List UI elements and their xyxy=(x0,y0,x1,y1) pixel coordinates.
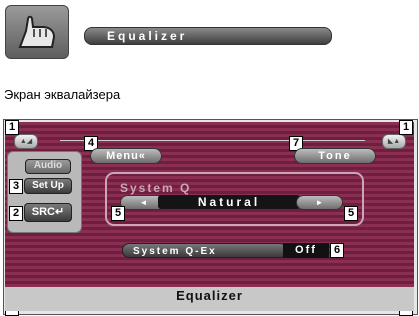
callout-5: 5 xyxy=(344,206,358,221)
scroll-up-right-button[interactable]: ◣▲ xyxy=(382,134,406,149)
bottom-title-text: Equalizer xyxy=(176,288,243,303)
return-icon: ↵ xyxy=(55,206,65,218)
setup-button[interactable]: Set Up xyxy=(24,178,72,194)
src-button[interactable]: SRC↵ xyxy=(24,203,72,222)
callout-1: 1 xyxy=(5,120,19,135)
callout-2: 2 xyxy=(9,206,23,221)
callout-5: 5 xyxy=(111,206,125,221)
src-label: SRC xyxy=(31,206,55,218)
callout-3: 3 xyxy=(9,179,23,194)
left-arrow-icon: ◄ xyxy=(139,198,148,207)
system-q-value: Natural xyxy=(158,195,300,209)
divider-line xyxy=(60,140,365,141)
tone-button[interactable]: Tone xyxy=(294,148,376,164)
bottom-title-bar: Equalizer xyxy=(5,287,414,311)
right-arrow-icon: ► xyxy=(315,198,324,207)
system-q-ex-button[interactable]: System Q-Ex xyxy=(122,243,287,258)
menu-button[interactable]: Menu« xyxy=(90,148,162,164)
audio-button[interactable]: Audio xyxy=(25,159,71,174)
callout-1: 1 xyxy=(399,120,413,135)
system-q-next-button[interactable]: ► xyxy=(296,195,343,210)
hand-touch-icon xyxy=(5,5,69,59)
callout-6: 6 xyxy=(330,243,344,258)
scroll-up-left-button[interactable]: ▲◢ xyxy=(14,134,38,149)
title-text: Equalizer xyxy=(107,29,188,43)
system-q-ex-value: Off xyxy=(283,243,329,258)
screen-caption: Экран эквалайзера xyxy=(4,87,121,102)
title-bar: Equalizer xyxy=(84,27,332,45)
system-q-label: System Q xyxy=(120,181,192,195)
